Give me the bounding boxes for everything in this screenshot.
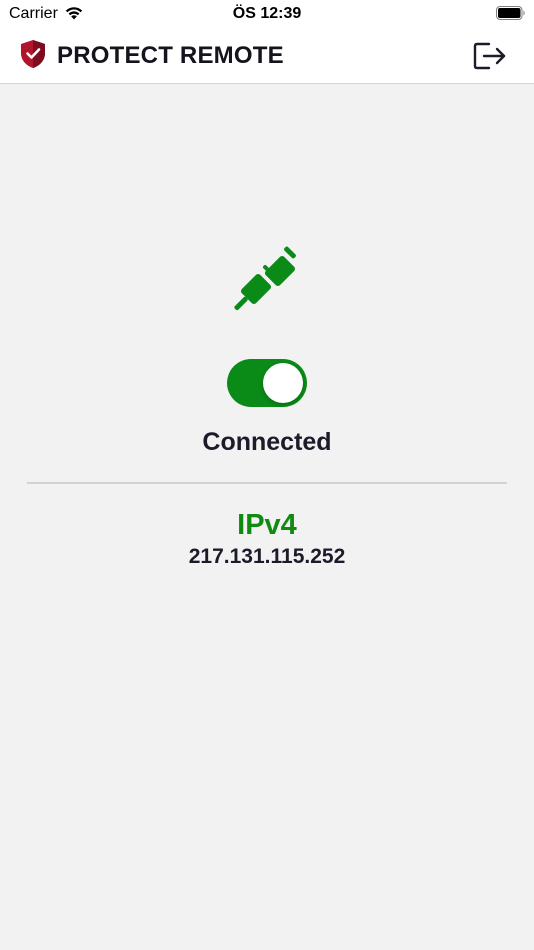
battery-icon — [496, 6, 526, 26]
ip-version-label: IPv4 — [237, 509, 297, 541]
plug-icon — [232, 246, 302, 319]
clock: ÖS 12:39 — [232, 5, 302, 22]
toggle-knob — [263, 363, 303, 403]
logout-icon — [473, 42, 506, 70]
app-title: PROTECT REMOTE — [57, 42, 284, 69]
divider — [27, 482, 507, 484]
status-bar: Carrier ÖS 12:39 — [0, 0, 534, 30]
logout-button[interactable] — [472, 39, 508, 73]
ip-address-value: 217.131.115.252 — [188, 545, 346, 568]
app-header: PROTECT REMOTE — [0, 30, 534, 84]
shield-check-icon — [20, 39, 46, 74]
connection-status-label: Connected — [202, 428, 332, 456]
vpn-connection-toggle[interactable] — [227, 359, 307, 407]
